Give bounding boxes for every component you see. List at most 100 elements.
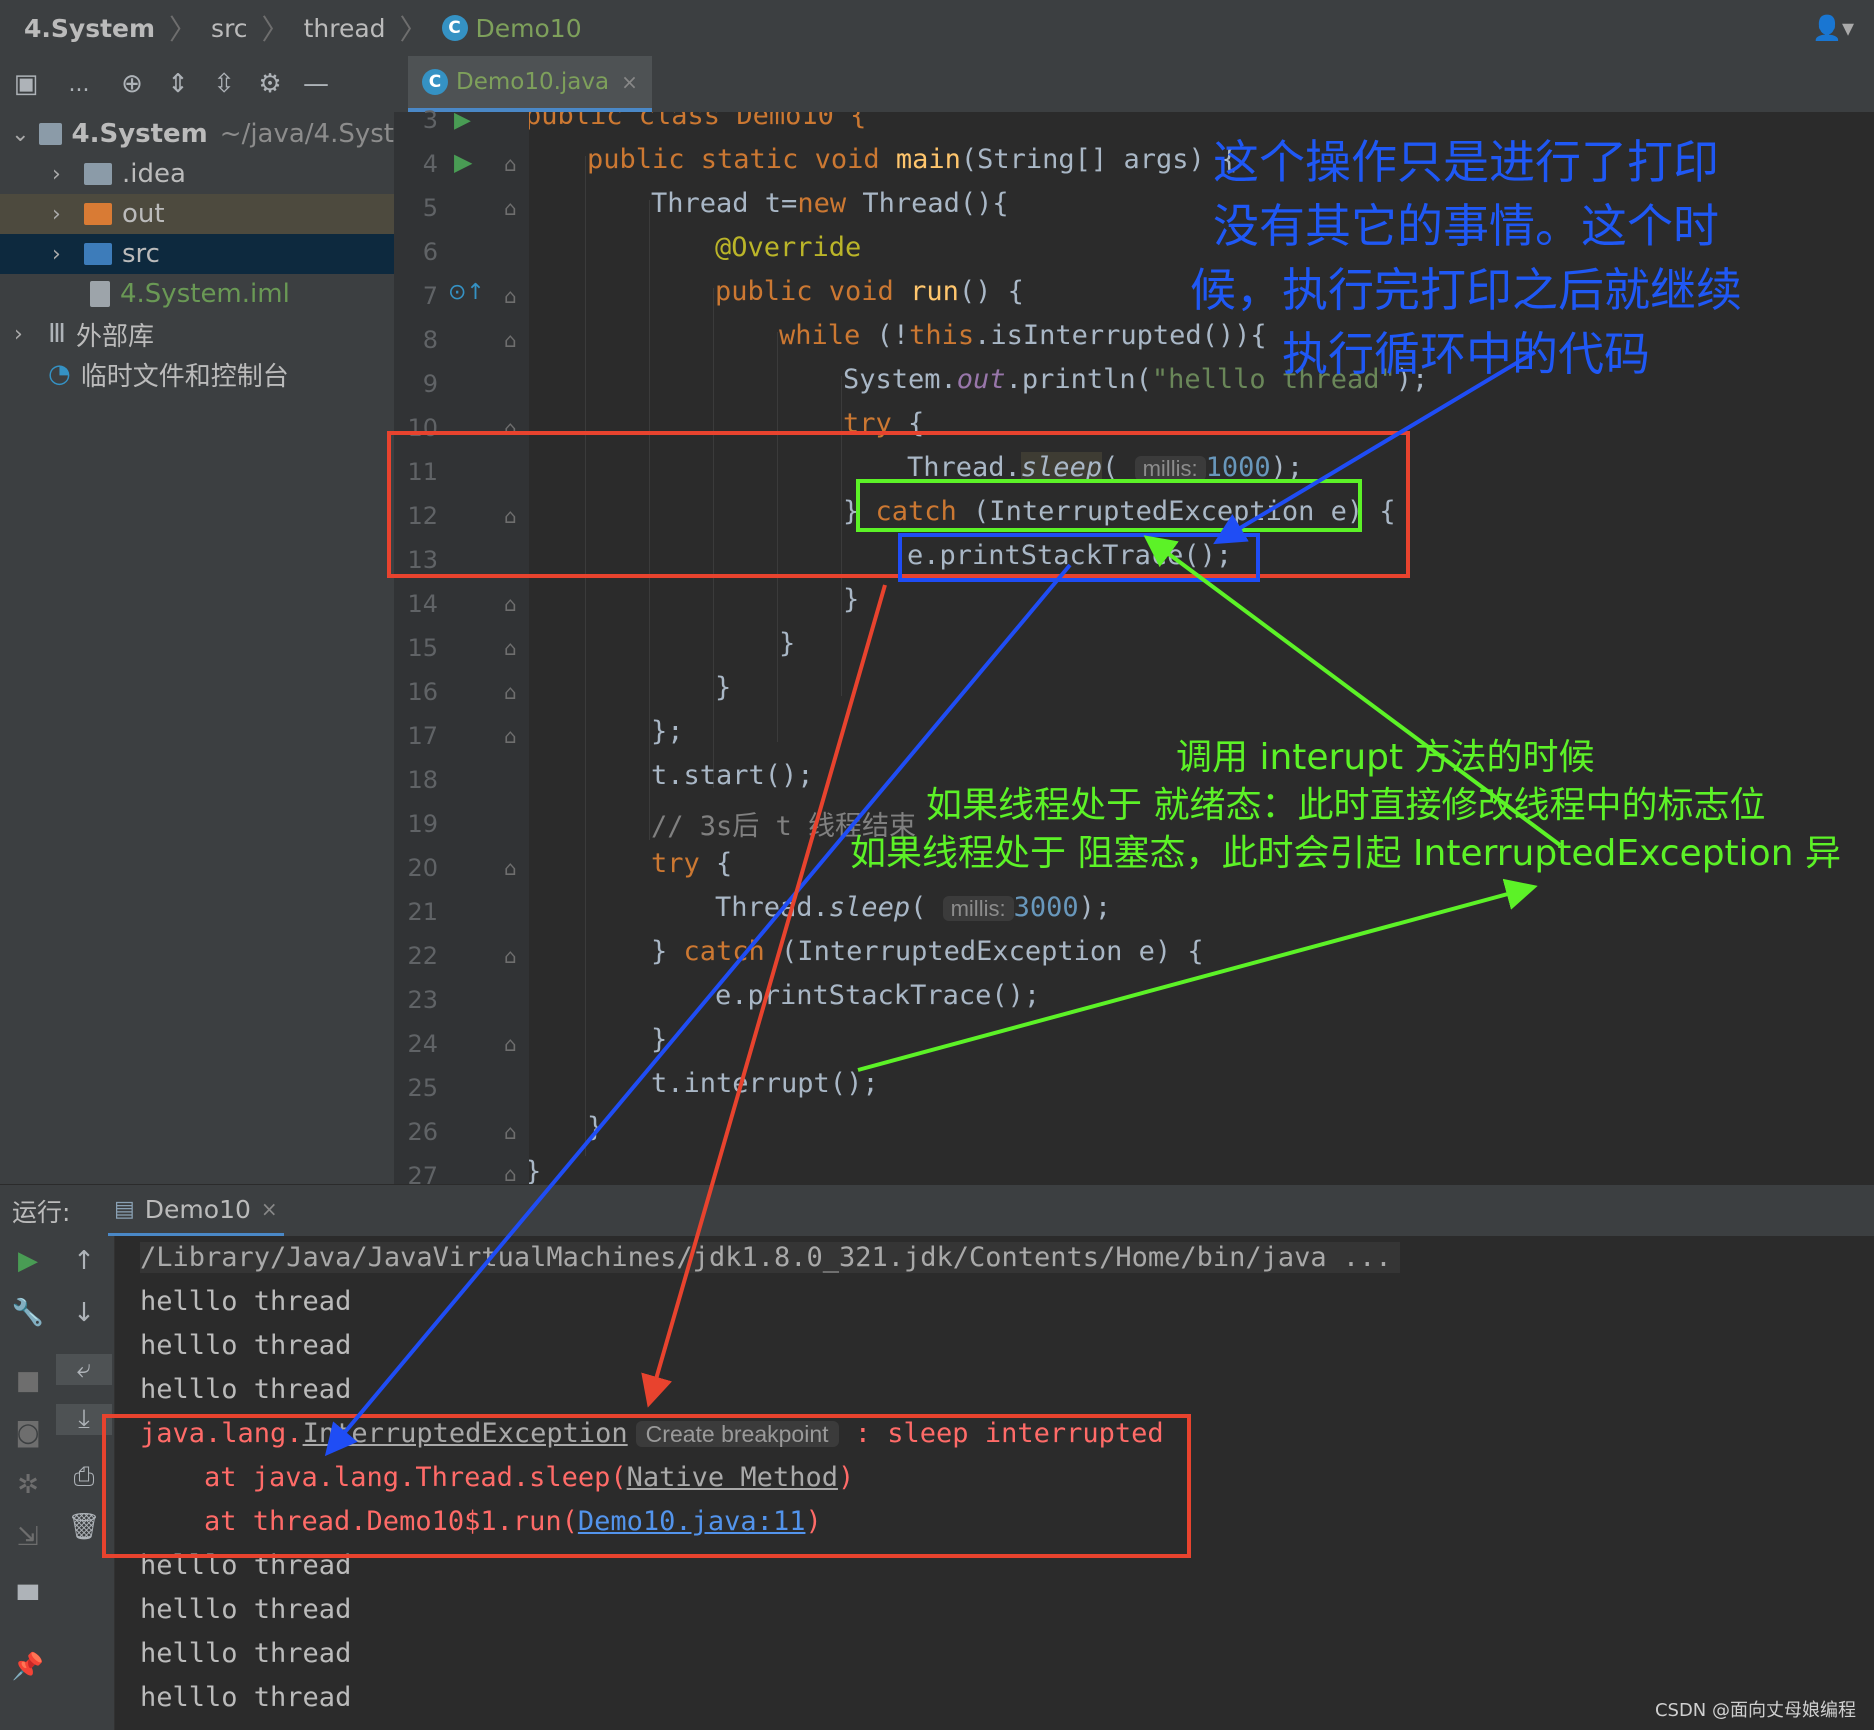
code-token: @Override (715, 232, 862, 263)
code-token: Thread t= (651, 188, 798, 219)
fold-icon[interactable]: ⌂ (504, 284, 517, 308)
override-icon[interactable]: ⊙↑ (448, 280, 485, 305)
chevron-right-icon: 〉 (169, 13, 198, 46)
code-token: new (797, 188, 847, 219)
stack-frame-link[interactable]: Demo10.java:11 (578, 1506, 806, 1537)
annotation-line: 没有其它的事情。这个时 (1213, 199, 1719, 253)
rerun-icon[interactable]: ▶ (0, 1246, 56, 1276)
camera-icon[interactable]: ◙ (0, 1418, 56, 1448)
trash-icon[interactable]: 🗑 (56, 1512, 112, 1542)
code-token: e.printStackTrace(); (907, 540, 1233, 571)
console-line: helllo thread (140, 1682, 352, 1713)
code-line-10: try { (843, 408, 924, 439)
minimize-icon[interactable]: — (296, 69, 336, 99)
line-number: 26 (407, 1118, 438, 1146)
soft-wrap-icon[interactable]: ⤶ (56, 1354, 112, 1385)
line-number: 18 (407, 766, 438, 794)
layout-icon[interactable]: ▀ (0, 1586, 56, 1616)
fold-icon[interactable]: ⌂ (504, 416, 517, 440)
gear-icon[interactable]: ⚙ (250, 69, 290, 99)
breadcrumb-thread[interactable]: thread (304, 14, 386, 43)
run-class-icon[interactable]: ▶ (454, 108, 471, 133)
debug-icon[interactable]: ✲ (0, 1470, 56, 1500)
console-output[interactable]: /Library/Java/JavaVirtualMachines/jdk1.8… (115, 1236, 1874, 1730)
fold-icon[interactable]: ⌂ (504, 944, 517, 968)
fold-icon[interactable]: ⌂ (504, 1162, 517, 1186)
code-token: } (779, 628, 796, 659)
code-token: public class Demo10 { (529, 112, 867, 131)
tree-item-iml[interactable]: 4.System.iml (0, 274, 394, 314)
line-number: 24 (407, 1030, 438, 1058)
run-main-icon[interactable]: ▶ (454, 148, 472, 176)
stack-frame-link[interactable]: Native Method (627, 1462, 838, 1493)
code-line-24: } (651, 1024, 667, 1055)
tab-run-demo10[interactable]: ▤ Demo10 × (108, 1185, 284, 1237)
tree-item-label: 外部库 (75, 321, 154, 352)
locate-icon[interactable]: ⊕ (112, 69, 152, 99)
tree-item-src[interactable]: › src (0, 234, 394, 274)
fold-icon[interactable]: ⌂ (504, 592, 517, 616)
exception-class-link[interactable]: InterruptedException (303, 1418, 628, 1449)
window-icon[interactable]: ▣ (6, 69, 46, 99)
fold-icon[interactable]: ⌂ (504, 152, 517, 176)
run-toolbar-right: ↑ ↓ ⤶ ⤓ ⎙ 🗑 (56, 1236, 115, 1730)
tree-item-scratches[interactable]: ◔ 临时文件和控制台 (0, 354, 394, 394)
pin-icon[interactable]: 📌 (0, 1652, 56, 1682)
breadcrumb-file[interactable]: Demo10 (476, 14, 582, 43)
annotation-line: 调用 interupt 方法的时候 (1176, 737, 1595, 778)
close-icon[interactable]: × (621, 70, 638, 94)
collapse-all-icon[interactable]: ⇳ (204, 69, 244, 99)
close-icon[interactable]: × (261, 1197, 278, 1221)
fold-icon[interactable]: ⌂ (504, 856, 517, 880)
code-token: t.interrupt(); (651, 1068, 879, 1099)
annotation-line: 如果线程处于 阻塞态，此时会引起 InterruptedException 异 (850, 833, 1841, 874)
code-token: { (699, 848, 733, 879)
print-icon[interactable]: ⎙ (56, 1462, 112, 1493)
code-token: { (891, 408, 925, 439)
fold-icon[interactable]: ⌂ (504, 1120, 517, 1144)
line-number: 25 (407, 1074, 438, 1102)
exit-icon[interactable]: ⇲ (0, 1522, 56, 1552)
fold-icon[interactable]: ⌂ (504, 1032, 517, 1056)
tree-item-external-libraries[interactable]: › Ⅲ 外部库 (0, 314, 394, 354)
console-line: helllo thread (140, 1550, 352, 1581)
fold-icon[interactable]: ⌂ (504, 636, 517, 660)
fold-icon[interactable]: ⌂ (504, 504, 517, 528)
expand-all-icon[interactable]: ⇕ (158, 69, 198, 99)
chevron-right-icon[interactable]: › (14, 322, 36, 347)
chevron-right-icon[interactable]: › (52, 162, 74, 187)
code-token: public static void (587, 144, 896, 175)
chevron-right-icon[interactable]: › (52, 242, 74, 267)
arrow-down-icon[interactable]: ↓ (56, 1298, 112, 1328)
fold-icon[interactable]: ⌂ (504, 724, 517, 748)
line-number: 15 (407, 634, 438, 662)
line-number: 5 (422, 194, 438, 222)
chevron-right-icon[interactable]: › (52, 202, 74, 227)
wrench-icon[interactable]: 🔧 (0, 1298, 56, 1328)
tree-item-idea[interactable]: › .idea (0, 154, 394, 194)
breadcrumb-project[interactable]: 4.System (24, 14, 155, 43)
stop-icon[interactable]: ■ (0, 1366, 56, 1396)
tab-demo10-java[interactable]: C Demo10.java × (408, 56, 652, 112)
scroll-to-end-icon[interactable]: ⤓ (56, 1404, 112, 1435)
arrow-up-icon[interactable]: ↑ (56, 1246, 112, 1276)
tree-root-path: ~/java/4.Syst (219, 119, 394, 149)
user-menu-icon[interactable]: 👤▾ (1812, 14, 1854, 42)
chevron-down-icon[interactable]: ⌄ (11, 122, 29, 147)
code-line-7: public void run() { (715, 276, 1024, 307)
tree-item-out[interactable]: › out (0, 194, 394, 234)
breadcrumb-src[interactable]: src (211, 14, 248, 43)
fold-icon[interactable]: ⌂ (504, 196, 517, 220)
folder-icon (84, 203, 112, 225)
fold-icon[interactable]: ⌂ (504, 680, 517, 704)
code-token: (InterruptedException e) { (956, 496, 1396, 527)
tree-root[interactable]: ⌄ 4.System ~/java/4.Syst (0, 114, 394, 154)
view-dropdown[interactable]: ... (52, 72, 106, 97)
code-token: out (956, 364, 1006, 395)
indent-guide (649, 200, 650, 840)
line-number: 9 (422, 370, 438, 398)
fold-icon[interactable]: ⌂ (504, 328, 517, 352)
editor-tab-bar: C Demo10.java × (394, 56, 1874, 113)
create-breakpoint-hint[interactable]: Create breakpoint (635, 1421, 839, 1447)
stack-frame-text: at thread.Demo10$1.run( (204, 1506, 578, 1537)
